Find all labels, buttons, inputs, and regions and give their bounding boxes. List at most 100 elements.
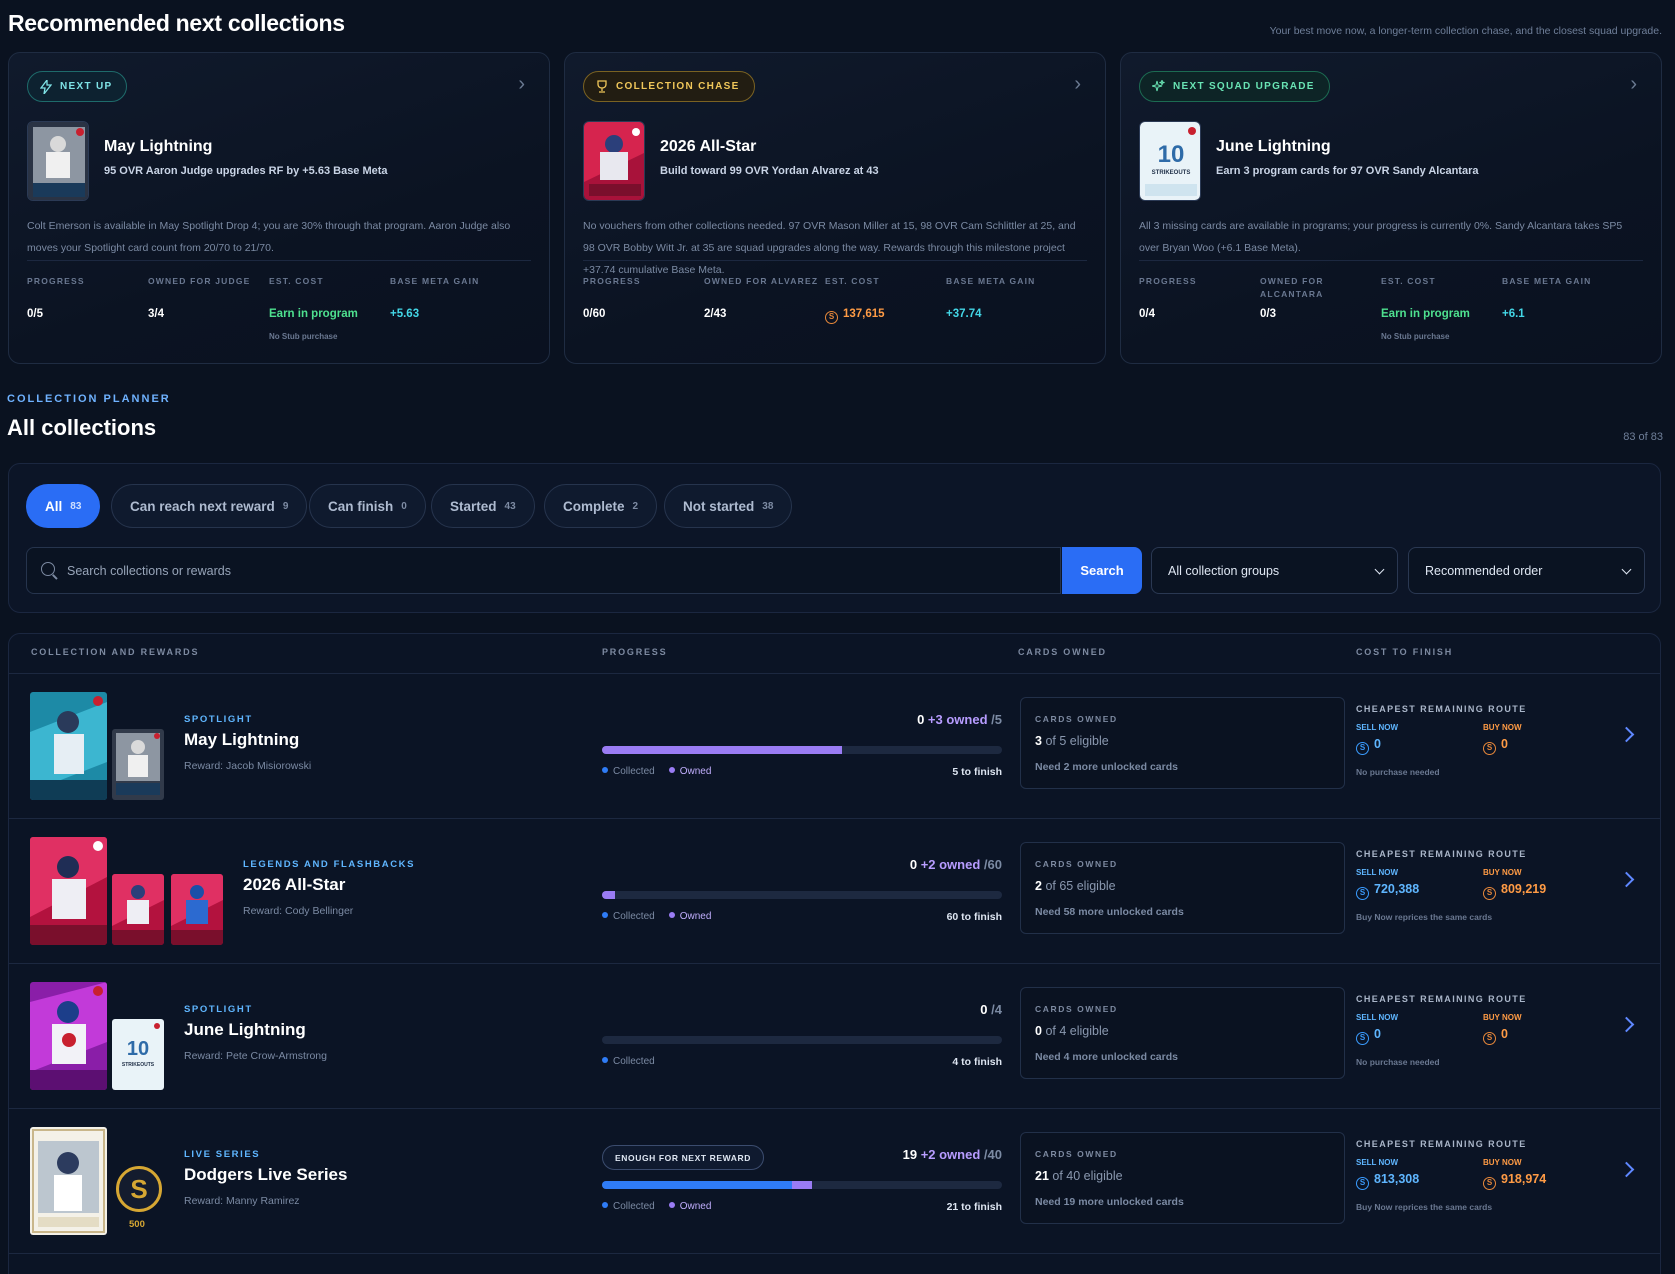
chevron-right-icon[interactable]: [1618, 1016, 1635, 1033]
collection-group: SPOTLIGHT: [184, 714, 253, 725]
cards-owned-count: 0 of 4 eligible: [1035, 1024, 1109, 1038]
cost-value: Earn in program: [1381, 308, 1470, 320]
cards-owned-label: CARDS OWNED: [1035, 859, 1118, 869]
legend-collected: Collected: [602, 911, 655, 922]
chevron-right-icon[interactable]: ›: [1074, 73, 1081, 96]
filter-chip-started[interactable]: Started 43: [431, 484, 535, 528]
owned-fill: [602, 891, 616, 899]
cards-owned-box: CARDS OWNED 0 of 4 eligible Need 4 more …: [1020, 987, 1345, 1079]
filter-chip-all[interactable]: All 83: [26, 484, 101, 528]
progress-bar: [602, 1181, 1002, 1189]
progress-cell: 0 +3 owned /5 Collected Owned 5 to finish: [602, 712, 1002, 812]
cost-label: EST. COST: [269, 276, 324, 286]
section-subtitle: Your best move now, a longer-term collec…: [1269, 25, 1662, 37]
cost-route-label: CHEAPEST REMAINING ROUTE: [1356, 704, 1527, 714]
svg-text:10: 10: [1158, 141, 1185, 168]
progress-value: 0/4: [1139, 308, 1155, 320]
rec-description: No vouchers from other collections neede…: [583, 220, 1076, 276]
chip-label: All: [45, 498, 63, 514]
divider: [1139, 260, 1643, 261]
rec-card-next-up[interactable]: NEXT UP › May Lightning 95 OVR Aaron Jud…: [8, 52, 550, 364]
collection-reward: Reward: Manny Ramirez: [184, 1195, 300, 1207]
cost-label: EST. COST: [1381, 276, 1436, 286]
total-count: /4: [991, 1002, 1002, 1017]
table-row[interactable]: 10 STRIKEOUTS SPOTLIGHT June Lightning Re…: [9, 964, 1660, 1109]
buy-now-label: BUY NOW: [1483, 868, 1522, 877]
reward-card-art: [30, 692, 107, 800]
cost-route-label: CHEAPEST REMAINING ROUTE: [1356, 849, 1527, 859]
table-row[interactable]: S 500 LIVE SERIES Dodgers Live Series Re…: [9, 1109, 1660, 1254]
legend-owned: Owned: [668, 911, 711, 922]
progress-label: PROGRESS: [27, 276, 85, 286]
collection-reward: Reward: Cody Bellinger: [243, 905, 354, 917]
chevron-down-icon: [1374, 564, 1385, 575]
cards-needed: Need 2 more unlocked cards: [1035, 761, 1178, 773]
rec-collection-sub: Build toward 99 OVR Yordan Alvarez at 43: [660, 165, 879, 177]
table-row[interactable]: LEGENDS AND FLASHBACKS 2026 All-Star Rew…: [9, 819, 1660, 964]
collection-group-select[interactable]: All collection groups: [1151, 547, 1398, 594]
cost-to-finish: CHEAPEST REMAINING ROUTE SELL NOW BUY NO…: [1356, 1139, 1616, 1229]
buy-now-cost: S0: [1483, 737, 1508, 755]
progress-count: 19 +2 owned /40: [903, 1147, 1002, 1162]
select-value: All collection groups: [1168, 563, 1280, 578]
progress-bar: [602, 1036, 1002, 1044]
svg-text:STRIKEOUTS: STRIKEOUTS: [1152, 170, 1191, 176]
cards-owned-count: 3 of 5 eligible: [1035, 734, 1109, 748]
select-value: Recommended order: [1425, 563, 1543, 578]
sell-now-cost: S0: [1356, 1027, 1381, 1045]
filter-chip-not-started[interactable]: Not started 38: [664, 484, 793, 528]
squad-upgrade-pill: NEXT SQUAD UPGRADE: [1139, 71, 1330, 102]
to-finish: 5 to finish: [952, 766, 1002, 778]
filter-chip-can-finish[interactable]: Can finish 0: [309, 484, 426, 528]
sell-now-cost: S 720,388: [1356, 882, 1419, 900]
chevron-right-icon[interactable]: [1618, 726, 1635, 743]
search-box: [26, 547, 1061, 594]
chip-count: 9: [282, 500, 289, 512]
chip-label: Complete: [563, 498, 625, 514]
cards-needed: Need 19 more unlocked cards: [1035, 1196, 1184, 1208]
stubs-coin-icon: S: [1483, 887, 1496, 900]
cards-owned-box: CARDS OWNED 21 of 40 eligible Need 19 mo…: [1020, 1132, 1345, 1224]
progress-cell: 0 /4 Collected 4 to finish: [602, 1002, 1002, 1102]
gain-label: BASE META GAIN: [946, 276, 1036, 286]
collection-card-art: [171, 874, 223, 945]
progress-bar: [602, 891, 1002, 899]
cost-label: EST. COST: [825, 276, 880, 286]
stubs-reward-icon: S: [116, 1166, 162, 1212]
rec-card-squad-upgrade[interactable]: NEXT SQUAD UPGRADE › 10 STRIKEOUTS June L…: [1120, 52, 1662, 364]
column-header: PROGRESS: [602, 647, 668, 657]
chevron-right-icon[interactable]: ›: [1630, 73, 1637, 96]
legend-collected: Collected: [602, 766, 655, 777]
chevron-right-icon[interactable]: ›: [518, 73, 525, 96]
rec-card-collection-chase[interactable]: COLLECTION CHASE › 2026 All-Star Build t…: [564, 52, 1106, 364]
search-input[interactable]: [67, 548, 1047, 593]
chevron-down-icon: [1621, 564, 1632, 575]
filter-panel: All 83 Can reach next reward 9 Can finish 0…: [8, 463, 1661, 613]
sort-order-select[interactable]: Recommended order: [1408, 547, 1645, 594]
rec-stats: PROGRESS 0/4 OWNED FOR ALCANTARA 0/3 EST. …: [1139, 275, 1659, 345]
reward-card-art: [30, 837, 107, 945]
chip-label: Started: [450, 498, 497, 514]
section-header: Recommended next collections Your best m…: [8, 6, 1668, 37]
rec-collection-name: May Lightning: [104, 138, 213, 155]
chip-label: Not started: [683, 498, 755, 514]
gain-label: BASE META GAIN: [390, 276, 480, 286]
filter-chip-can-reach-next-reward[interactable]: Can reach next reward 9: [111, 484, 308, 528]
stubs-coin-icon: S: [825, 311, 838, 324]
progress-cell: 0 +2 owned /60 Collected Owned 60 to fini…: [602, 857, 1002, 957]
section-title: Recommended next collections: [8, 10, 345, 36]
search-button[interactable]: Search: [1062, 547, 1142, 594]
cost-note: Buy Now reprices the same cards: [1356, 1202, 1493, 1212]
filter-chip-complete[interactable]: Complete 2: [544, 484, 658, 528]
cost-route-label: CHEAPEST REMAINING ROUTE: [1356, 1139, 1527, 1149]
rec-collection-name: 2026 All-Star: [660, 138, 757, 155]
chevron-right-icon[interactable]: [1618, 1161, 1635, 1178]
progress-legend: Collected Owned: [602, 1201, 711, 1212]
table-row[interactable]: SPOTLIGHT May Lightning Reward: Jacob Mi…: [9, 674, 1660, 819]
to-finish: 60 to finish: [946, 911, 1002, 923]
cost-amount: 137,615: [843, 308, 885, 320]
player-card-thumb: 10 STRIKEOUTS: [1139, 121, 1201, 201]
legend-collected: Collected: [602, 1201, 655, 1212]
progress-label: PROGRESS: [1139, 276, 1197, 286]
chevron-right-icon[interactable]: [1618, 871, 1635, 888]
